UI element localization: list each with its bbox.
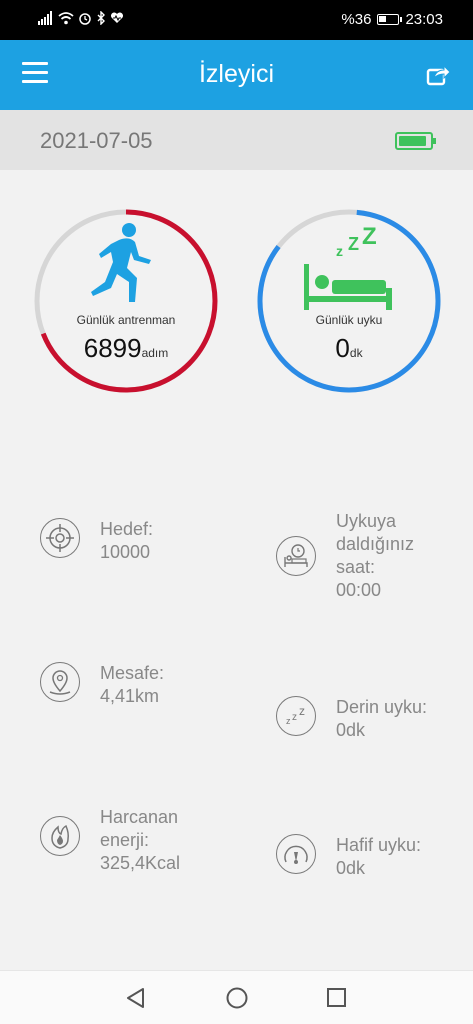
sleep-unit: dk — [349, 346, 363, 360]
back-icon — [127, 988, 144, 1008]
sleep-label: Günlük uyku — [315, 313, 383, 327]
stat-light-sleep: Hafif uyku: 0dk — [276, 834, 421, 880]
date-label[interactable]: 2021-07-05 — [40, 128, 153, 154]
recents-button[interactable] — [324, 985, 350, 1011]
svg-text:z: z — [336, 243, 343, 259]
activity-ring[interactable]: Günlük antrenman 6899adım — [33, 208, 219, 394]
status-bar: %36 23:03 — [0, 0, 473, 40]
status-icons-left — [38, 11, 124, 25]
sleep-clock-icon — [276, 536, 316, 576]
location-pin-icon — [40, 662, 80, 702]
share-icon — [426, 64, 451, 86]
battery-icon — [377, 14, 403, 25]
sleep-minutes: 0 — [335, 333, 350, 363]
bluetooth-icon — [97, 11, 105, 25]
page-title: İzleyici — [198, 60, 274, 88]
stat-goal-text: Hedef: 10000 — [100, 519, 154, 562]
stat-deep-sleep-text: Derin uyku: 0dk — [336, 697, 428, 740]
steps-count: 6899 — [83, 333, 142, 363]
svg-text:z: z — [286, 716, 291, 726]
status-icons-right: %36 23:03 — [341, 11, 443, 28]
steps-unit: adım — [141, 346, 169, 360]
svg-text:z: z — [292, 712, 297, 723]
flame-icon — [40, 816, 80, 856]
svg-text:Z: Z — [362, 223, 377, 250]
stat-goal: Hedef: 10000 — [40, 518, 153, 564]
stat-energy-text: Harcanan enerji: 325,4Kcal — [100, 807, 181, 873]
stat-distance-text: Mesafe: 4,41km — [100, 663, 165, 706]
share-button[interactable] — [425, 62, 451, 88]
target-icon — [40, 518, 80, 558]
stat-deep-sleep: zzz Derin uyku: 0dk — [276, 696, 427, 742]
sleep-value: 0dk — [256, 333, 442, 364]
device-battery-icon — [395, 132, 436, 150]
gauge-icon — [276, 834, 316, 874]
system-nav-bar — [0, 970, 473, 1024]
app-bar: İzleyici — [0, 40, 473, 110]
zzz-icon: zzz — [276, 696, 316, 736]
clock: 23:03 — [405, 11, 443, 28]
activity-label: Günlük antrenman — [76, 313, 176, 327]
heart-rate-icon — [110, 12, 124, 23]
bed-sleep-icon: z Z Z — [304, 223, 392, 310]
stat-distance: Mesafe: 4,41km — [40, 662, 164, 708]
signal-icon — [38, 11, 52, 25]
activity-value: 6899adım — [33, 333, 219, 364]
svg-text:z: z — [299, 704, 305, 718]
home-button[interactable] — [224, 985, 250, 1011]
stat-sleep-start-text: Uykuya daldığınız saat: 00:00 — [336, 511, 415, 600]
date-bar: 2021-07-05 — [0, 110, 473, 170]
stat-sleep-start: Uykuya daldığınız saat: 00:00 — [276, 510, 414, 602]
stat-energy: Harcanan enerji: 325,4Kcal — [40, 806, 180, 875]
svg-text:Z: Z — [348, 234, 359, 254]
running-man-icon — [91, 223, 151, 302]
wifi-icon — [58, 12, 74, 25]
home-icon — [226, 987, 248, 1009]
battery-percent: %36 — [341, 11, 372, 28]
back-button[interactable] — [123, 985, 149, 1011]
sleep-ring[interactable]: z Z Z Günlük uyku 0dk — [256, 208, 442, 394]
alarm-icon — [79, 13, 91, 25]
stat-light-sleep-text: Hafif uyku: 0dk — [336, 835, 422, 878]
recents-icon — [327, 988, 346, 1007]
